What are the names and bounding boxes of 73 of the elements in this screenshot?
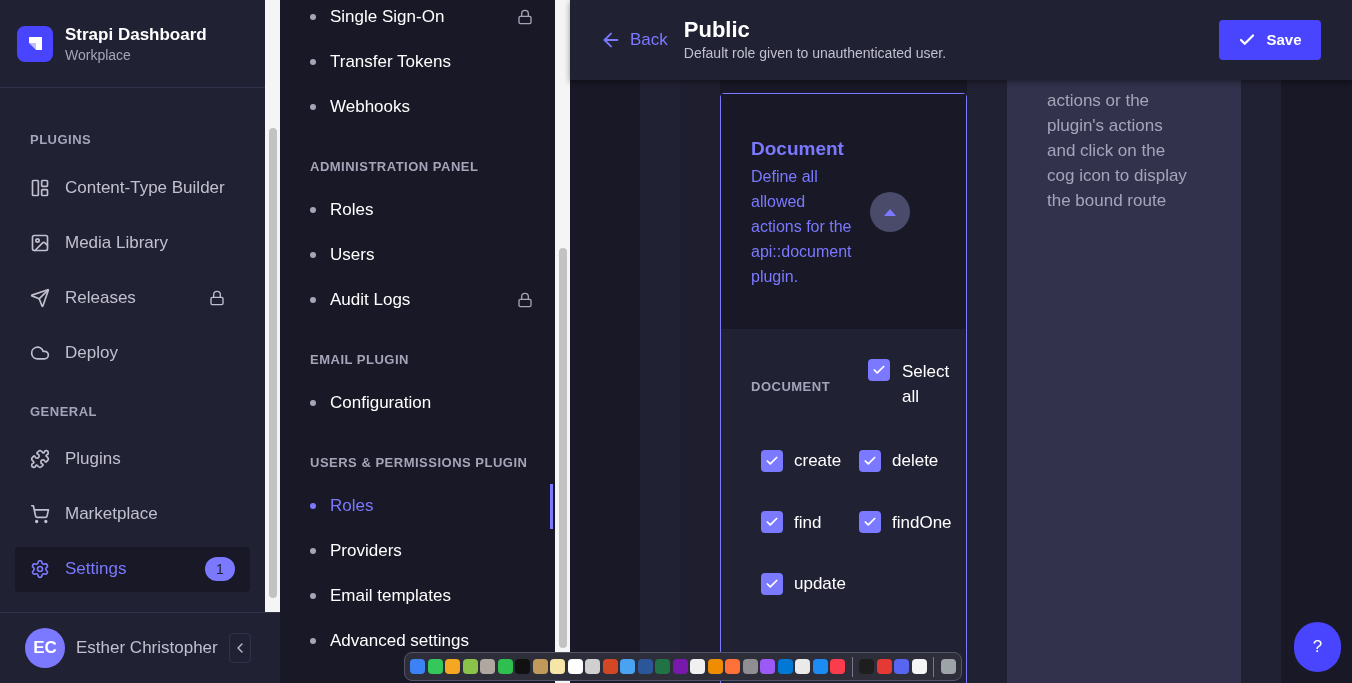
info-text: actions or the plugin's actions and click on the cog icon to display the bound route xyxy=(1047,90,1188,212)
notification-badge: 1 xyxy=(205,557,235,581)
sidebar-item[interactable]: Releases xyxy=(15,275,250,320)
checkbox[interactable] xyxy=(761,572,783,595)
user-name: Esther Christopher xyxy=(76,637,218,660)
settings-nav-item[interactable]: Roles xyxy=(310,197,374,223)
checkbox[interactable] xyxy=(859,449,881,472)
sidebar-item[interactable]: Settings 1 xyxy=(15,546,250,592)
app-icon[interactable] xyxy=(445,659,461,674)
app-icon[interactable] xyxy=(707,659,723,674)
back-link[interactable]: Back xyxy=(600,27,668,53)
check-icon xyxy=(872,363,886,377)
app-icon[interactable] xyxy=(911,659,927,674)
checkbox-label: find xyxy=(794,511,822,534)
brand-title: Strapi Dashboard xyxy=(65,23,207,46)
layout-icon xyxy=(30,177,50,198)
scrollbar[interactable] xyxy=(265,0,280,612)
app-icon[interactable] xyxy=(585,659,601,674)
logo-icon xyxy=(17,25,53,62)
settings-icon xyxy=(30,559,50,579)
checkbox-label: update xyxy=(794,573,846,595)
sidebar-item[interactable]: Plugins xyxy=(15,436,250,482)
scrollbar[interactable] xyxy=(553,0,570,683)
settings-nav-item[interactable]: Roles xyxy=(310,493,374,519)
cart-icon xyxy=(30,504,50,524)
app-icon[interactable] xyxy=(795,659,811,674)
app-icon[interactable] xyxy=(427,659,443,674)
checkbox-label: create xyxy=(794,450,842,472)
checkbox-label: findOne xyxy=(892,511,952,534)
section-heading: ADMINISTRATION PANEL xyxy=(310,158,479,174)
checkbox[interactable] xyxy=(868,359,890,381)
section-heading: PLUGINS xyxy=(30,131,92,150)
save-button[interactable]: Save xyxy=(1219,20,1321,60)
section-label: DOCUMENT xyxy=(751,378,832,396)
settings-nav-item[interactable]: Providers xyxy=(310,538,402,564)
checkbox[interactable] xyxy=(761,511,783,534)
settings-nav-item[interactable]: Webhooks xyxy=(310,94,410,120)
section-heading: GENERAL xyxy=(30,402,98,421)
sidebar-item[interactable]: Content-Type Builder xyxy=(15,165,250,210)
sidebar-item[interactable]: Deploy xyxy=(15,330,250,375)
page-title: Public xyxy=(683,16,751,43)
section-heading: EMAIL PLUGIN xyxy=(310,351,409,367)
settings-nav-item[interactable]: Email templates xyxy=(310,583,451,609)
app-icon[interactable] xyxy=(567,659,583,674)
app-icon[interactable] xyxy=(480,659,496,674)
settings-nav-item[interactable]: Single Sign-On xyxy=(310,4,445,30)
settings-nav-item[interactable]: Transfer Tokens xyxy=(310,49,451,75)
collapse-toggle[interactable] xyxy=(870,191,910,232)
checkbox-label: delete xyxy=(892,450,939,472)
sidebar-item[interactable]: Media Library xyxy=(15,220,250,265)
puzzle-icon xyxy=(30,449,50,469)
section-heading: USERS & PERMISSIONS PLUGIN xyxy=(310,454,528,470)
image-icon xyxy=(30,232,50,253)
paper-plane-icon xyxy=(30,287,50,308)
settings-nav-item[interactable]: Audit Logs xyxy=(310,287,411,313)
sidebar-item[interactable]: Marketplace xyxy=(15,491,250,537)
app-icon[interactable] xyxy=(690,659,706,674)
checkbox-label: Select all xyxy=(902,361,951,408)
card-description: Define all allowed actions for the api::document plugin. xyxy=(751,167,853,287)
caret-icon xyxy=(883,207,897,216)
card-title: Document xyxy=(751,137,845,161)
checkbox[interactable] xyxy=(761,449,783,472)
page-subtitle: Default role given to unauthenticated user. xyxy=(683,43,948,63)
brand-subtitle: Workplace xyxy=(65,45,132,64)
settings-nav-item[interactable]: Advanced settings xyxy=(310,628,469,654)
app-icon[interactable] xyxy=(462,659,478,674)
app-icon[interactable] xyxy=(550,659,566,674)
app-icon[interactable] xyxy=(497,659,513,674)
settings-nav-item[interactable]: Users xyxy=(310,242,375,268)
app-icon[interactable] xyxy=(940,659,956,674)
settings-nav-item[interactable]: Configuration xyxy=(310,390,432,416)
checkbox[interactable] xyxy=(859,511,881,534)
collapse-button[interactable] xyxy=(228,633,251,663)
